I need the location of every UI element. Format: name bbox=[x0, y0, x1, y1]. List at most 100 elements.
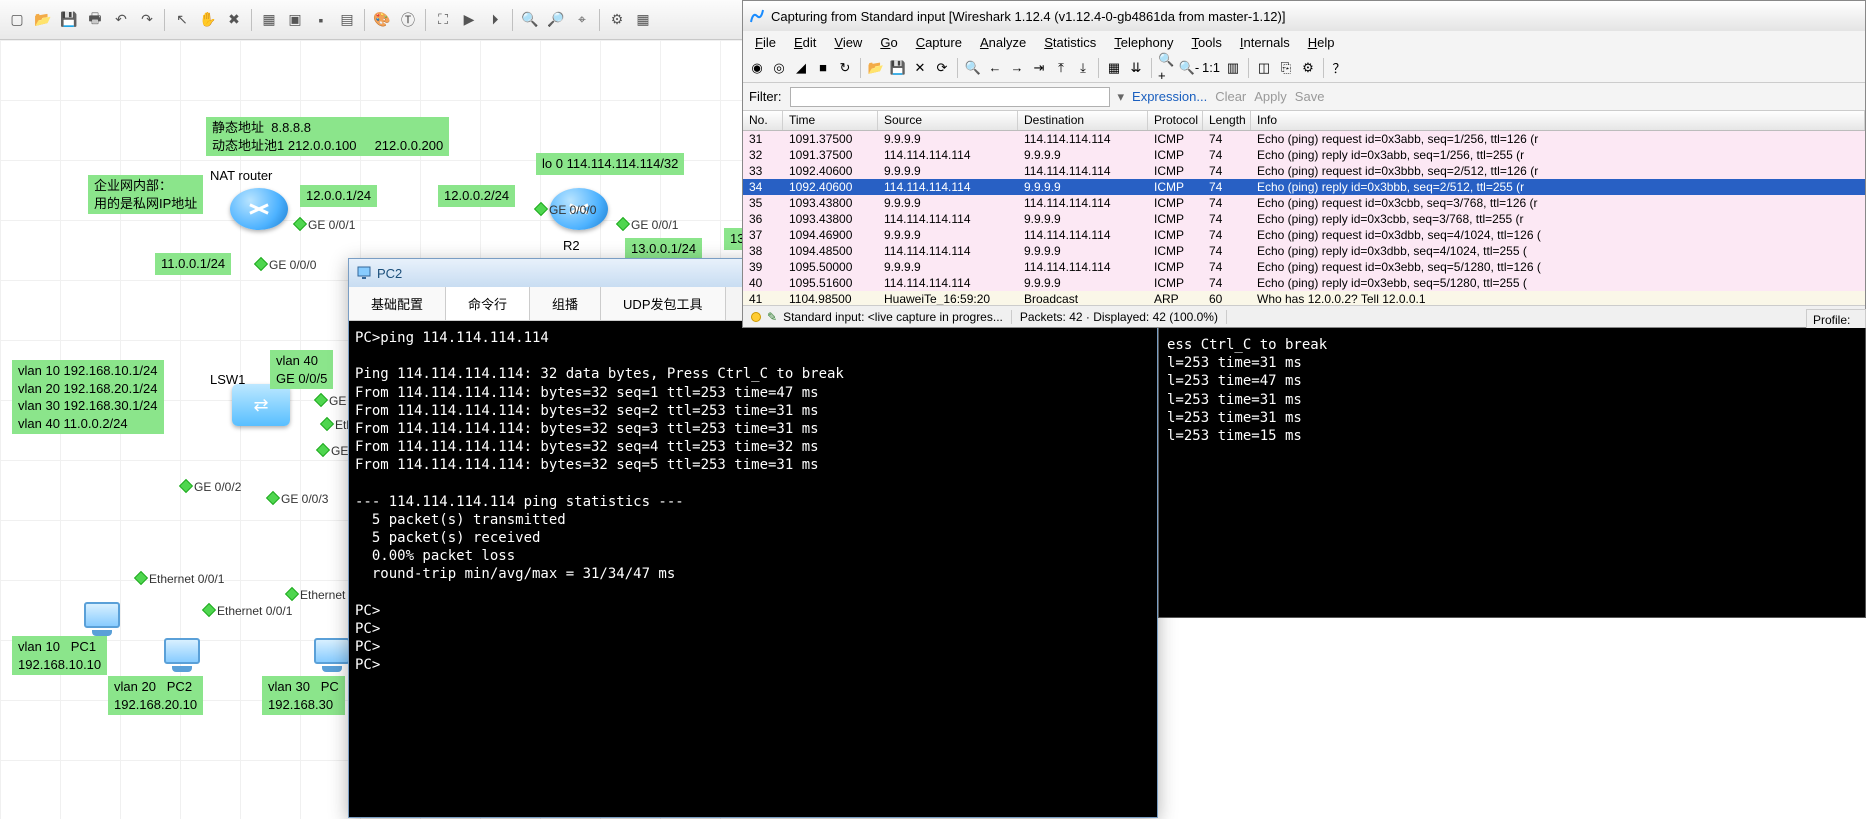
toolbar-reload-icon[interactable]: ⟳ bbox=[932, 58, 952, 78]
menu-internals[interactable]: Internals bbox=[1232, 33, 1298, 52]
device-lsw1[interactable] bbox=[232, 384, 290, 426]
toolbar-options-icon[interactable]: ◎ bbox=[769, 58, 789, 78]
note-n11[interactable]: 11.0.0.1/24 bbox=[155, 253, 231, 275]
toolbar-open-icon[interactable]: 📂 bbox=[866, 58, 886, 78]
toolbar-z1-icon[interactable]: 1:1 bbox=[1201, 58, 1221, 78]
pc2-terminal[interactable]: PC>ping 114.114.114.114 Ping 114.114.114… bbox=[349, 321, 1157, 817]
menu-file[interactable]: File bbox=[747, 33, 784, 52]
note-addr[interactable]: 静态地址 8.8.8.8 动态地址池1 212.0.0.100 212.0.0.… bbox=[206, 117, 449, 156]
pc2-window[interactable]: PC2 基础配置命令行组播UDP发包工具 PC>ping 114.114.114… bbox=[348, 258, 1158, 818]
packet-row[interactable]: 321091.37500114.114.114.1149.9.9.9ICMP74… bbox=[743, 147, 1865, 163]
toolbar-autoscroll-icon[interactable]: ⇊ bbox=[1126, 58, 1146, 78]
note-n12b[interactable]: 12.0.0.2/24 bbox=[438, 185, 515, 207]
open-button[interactable]: 📂 bbox=[32, 9, 54, 31]
toolbar-jump-icon[interactable]: ⇥ bbox=[1029, 58, 1049, 78]
toolbar-last-icon[interactable]: ⤓ bbox=[1073, 58, 1093, 78]
delete-button[interactable]: ✖ bbox=[223, 9, 245, 31]
toolbar-pref-icon[interactable]: ⚙ bbox=[1298, 58, 1318, 78]
menu-statistics[interactable]: Statistics bbox=[1036, 33, 1104, 52]
note-pc2[interactable]: vlan 20 PC2 192.168.20.10 bbox=[108, 676, 203, 715]
pause-all-button[interactable]: ▣ bbox=[284, 9, 306, 31]
note-pc3[interactable]: vlan 30 PC 192.168.30 bbox=[262, 676, 345, 715]
packet-row[interactable]: 361093.43800114.114.114.1149.9.9.9ICMP74… bbox=[743, 211, 1865, 227]
toolbar-fin-icon[interactable]: ◢ bbox=[791, 58, 811, 78]
note-pc1[interactable]: vlan 10 PC1 192.168.10.10 bbox=[12, 636, 107, 675]
toolbar-first-icon[interactable]: ⤒ bbox=[1051, 58, 1071, 78]
zoom-sel-button[interactable]: ⌖ bbox=[571, 9, 593, 31]
print-button[interactable]: 🖶 bbox=[84, 9, 106, 31]
col-header[interactable]: Time bbox=[783, 111, 878, 130]
pc2-tab-3[interactable]: UDP发包工具 bbox=[601, 287, 725, 320]
wireshark-titlebar[interactable]: Capturing from Standard input [Wireshark… bbox=[743, 1, 1865, 31]
pc2-tab-1[interactable]: 命令行 bbox=[446, 287, 530, 320]
menu-telephony[interactable]: Telephony bbox=[1106, 33, 1181, 52]
hand-button[interactable]: ✋ bbox=[197, 9, 219, 31]
packet-row[interactable]: 311091.375009.9.9.9114.114.114.114ICMP74… bbox=[743, 131, 1865, 147]
toolbar-color-icon[interactable]: ▦ bbox=[1104, 58, 1124, 78]
save-button[interactable]: 💾 bbox=[58, 9, 80, 31]
toolbar-close-icon[interactable]: ✕ bbox=[910, 58, 930, 78]
packet-list-header[interactable]: No.TimeSourceDestinationProtocolLengthIn… bbox=[743, 111, 1865, 131]
packet-row[interactable]: 331092.406009.9.9.9114.114.114.114ICMP74… bbox=[743, 163, 1865, 179]
packet-row[interactable]: 341092.40600114.114.114.1149.9.9.9ICMP74… bbox=[743, 179, 1865, 195]
filter-input[interactable] bbox=[790, 87, 1110, 107]
zoom-in-button[interactable]: 🔍 bbox=[519, 9, 541, 31]
toolbar-zin-icon[interactable]: 🔍+ bbox=[1157, 58, 1177, 78]
note-intra[interactable]: 企业网内部： 用的是私网IP地址 bbox=[88, 175, 203, 214]
filter-expression-link[interactable]: Expression... bbox=[1132, 89, 1207, 104]
col-header[interactable]: Length bbox=[1203, 111, 1251, 130]
col-header[interactable]: Destination bbox=[1018, 111, 1148, 130]
filter-apply-link[interactable]: Apply bbox=[1254, 89, 1287, 104]
toolbar-zcol-icon[interactable]: ▥ bbox=[1223, 58, 1243, 78]
note-vlan40[interactable]: vlan 40 GE 0/0/5 bbox=[270, 350, 333, 389]
zoom-out-button[interactable]: 🔎 bbox=[545, 9, 567, 31]
toolbar-save-icon[interactable]: 💾 bbox=[888, 58, 908, 78]
col-header[interactable]: Source bbox=[878, 111, 1018, 130]
pc2-tab-2[interactable]: 组播 bbox=[530, 287, 601, 320]
text-button[interactable]: Ⓣ bbox=[397, 9, 419, 31]
toolbar-fwd-icon[interactable]: → bbox=[1007, 58, 1027, 78]
note-vlans[interactable]: vlan 10 192.168.10.1/24 vlan 20 192.168.… bbox=[12, 360, 164, 434]
packet-row[interactable]: 391095.500009.9.9.9114.114.114.114ICMP74… bbox=[743, 259, 1865, 275]
device-nat-router[interactable] bbox=[230, 188, 288, 230]
toolbar-back-icon[interactable]: ← bbox=[985, 58, 1005, 78]
pc2-tab-0[interactable]: 基础配置 bbox=[349, 287, 446, 320]
col-header[interactable]: Info bbox=[1251, 111, 1865, 130]
packet-row[interactable]: 351093.438009.9.9.9114.114.114.114ICMP74… bbox=[743, 195, 1865, 211]
filter-clear-link[interactable]: Clear bbox=[1215, 89, 1246, 104]
stop-all-button[interactable]: ▪ bbox=[310, 9, 332, 31]
playcircle-button[interactable]: ⏵ bbox=[484, 9, 506, 31]
terminal-right[interactable]: ess Ctrl_C to break l=253 time=31 ms l=2… bbox=[1158, 328, 1866, 618]
menu-view[interactable]: View bbox=[826, 33, 870, 52]
pointer-button[interactable]: ↖ bbox=[171, 9, 193, 31]
menu-analyze[interactable]: Analyze bbox=[972, 33, 1034, 52]
packet-row[interactable]: 381094.48500114.114.114.1149.9.9.9ICMP74… bbox=[743, 243, 1865, 259]
toolbar-dec-icon[interactable]: ⎘ bbox=[1276, 58, 1296, 78]
note-button[interactable]: ▤ bbox=[336, 9, 358, 31]
undo-button[interactable]: ↶ bbox=[110, 9, 132, 31]
toolbar-stop-icon[interactable]: ■ bbox=[813, 58, 833, 78]
menu-help[interactable]: Help bbox=[1300, 33, 1343, 52]
menu-capture[interactable]: Capture bbox=[908, 33, 970, 52]
play-button[interactable]: ▶ bbox=[458, 9, 480, 31]
toolbar-list-icon[interactable]: ◉ bbox=[747, 58, 767, 78]
toolbar-restart-icon[interactable]: ↻ bbox=[835, 58, 855, 78]
settings-button[interactable]: ⚙ bbox=[606, 9, 628, 31]
packet-row[interactable]: 371094.469009.9.9.9114.114.114.114ICMP74… bbox=[743, 227, 1865, 243]
grid-button[interactable]: ▦ bbox=[632, 9, 654, 31]
packet-row[interactable]: 401095.51600114.114.114.1149.9.9.9ICMP74… bbox=[743, 275, 1865, 291]
note-lo[interactable]: lo 0 114.114.114.114/32 bbox=[536, 153, 684, 175]
note-n12a[interactable]: 12.0.0.1/24 bbox=[300, 185, 377, 207]
fit-button[interactable]: ⛶ bbox=[432, 9, 454, 31]
new-button[interactable]: ▢ bbox=[6, 9, 28, 31]
toolbar-find-icon[interactable]: 🔍 bbox=[963, 58, 983, 78]
menu-edit[interactable]: Edit bbox=[786, 33, 824, 52]
filter-save-link[interactable]: Save bbox=[1295, 89, 1325, 104]
menu-tools[interactable]: Tools bbox=[1184, 33, 1230, 52]
device-pc2[interactable] bbox=[158, 638, 206, 678]
palette-button[interactable]: 🎨 bbox=[371, 9, 393, 31]
toolbar-cap-icon[interactable]: ◫ bbox=[1254, 58, 1274, 78]
redo-button[interactable]: ↷ bbox=[136, 9, 158, 31]
col-header[interactable]: No. bbox=[743, 111, 783, 130]
toolbar-help-icon[interactable]: ？ bbox=[1329, 58, 1349, 78]
